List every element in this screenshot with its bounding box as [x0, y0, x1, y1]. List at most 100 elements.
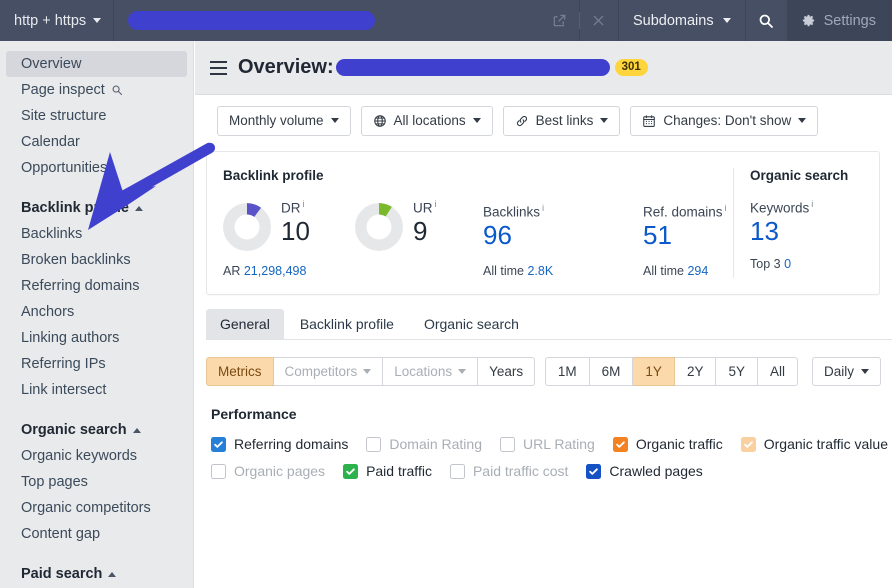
settings-button[interactable]: Settings: [786, 0, 892, 41]
sidebar-item-organic-keywords[interactable]: Organic keywords: [6, 443, 187, 469]
checkbox-box[interactable]: [343, 463, 359, 479]
checkbox-organic-pages[interactable]: Organic pages: [211, 463, 325, 479]
best-links-button[interactable]: Best links: [502, 105, 621, 136]
range-6m-button[interactable]: 6M: [589, 357, 634, 386]
caret-up-icon: [134, 205, 143, 211]
url-input[interactable]: [114, 0, 541, 41]
checkbox-url-rating[interactable]: URL Rating: [500, 436, 595, 452]
sidebar-group-organic-search[interactable]: Organic search: [6, 417, 187, 443]
sidebar-item-overview[interactable]: Overview: [6, 51, 187, 77]
sidebar-item-label: Site structure: [21, 108, 107, 124]
hamburger-icon[interactable]: [203, 60, 233, 75]
sidebar-item-link-intersect[interactable]: Link intersect: [6, 377, 187, 403]
range-1m-button[interactable]: 1M: [544, 357, 590, 386]
sidebar-item-label: Content gap: [21, 526, 101, 542]
info-icon[interactable]: i: [435, 199, 437, 210]
info-icon[interactable]: i: [303, 199, 305, 210]
granularity-button[interactable]: Daily: [811, 357, 881, 386]
range-all-button[interactable]: All: [757, 357, 798, 386]
checkbox-domain-rating[interactable]: Domain Rating: [366, 436, 482, 452]
checkbox-box[interactable]: [211, 436, 226, 452]
metric-ref-domains: Ref. domains i 51: [643, 199, 727, 250]
checkbox-organic-traffic[interactable]: Organic traffic: [612, 436, 723, 452]
keywords-value: 13: [750, 215, 779, 246]
sidebar-group-paid-search[interactable]: Paid search: [6, 561, 187, 587]
sidebar-item-broken-backlinks[interactable]: Broken backlinks: [6, 247, 187, 273]
range-5y-button[interactable]: 5Y: [716, 357, 758, 386]
top3-sub: Top 3 0: [750, 257, 792, 272]
sidebar-item-referring-ips[interactable]: Referring IPs: [6, 351, 187, 377]
tab-backlink-profile[interactable]: Backlink profile: [286, 309, 408, 339]
scope-selector[interactable]: Subdomains: [617, 0, 745, 41]
info-icon[interactable]: i: [811, 199, 813, 210]
info-icon[interactable]: i: [725, 203, 727, 214]
url-redaction-bar: [128, 11, 376, 30]
all-locations-button[interactable]: All locations: [360, 105, 493, 136]
metrics-button[interactable]: Metrics: [206, 357, 274, 386]
chevron-down-icon: [472, 118, 481, 123]
monthly-volume-button[interactable]: Monthly volume: [217, 105, 351, 136]
granularity-label: Daily: [823, 364, 854, 379]
info-icon[interactable]: i: [542, 203, 544, 214]
sidebar-item-organic-competitors[interactable]: Organic competitors: [6, 495, 187, 521]
competitors-button[interactable]: Competitors: [273, 357, 384, 386]
checkbox-organic-traffic-value[interactable]: Organic traffic value: [740, 436, 888, 452]
sidebar-item-label: Opportunities: [21, 160, 108, 176]
sidebar-item-content-gap[interactable]: Content gap: [6, 521, 187, 547]
clear-button[interactable]: [579, 0, 618, 41]
metric-label: DR i: [281, 199, 305, 216]
chevron-down-icon: [861, 369, 869, 374]
checkbox-label: URL Rating: [523, 436, 595, 452]
backlink-profile-section: Backlink profile DR i 10 UR i 9 Backlink…: [223, 168, 733, 278]
page-title-text: Overview:: [238, 56, 334, 78]
metric-label: Backlinks i: [483, 203, 545, 220]
sidebar-item-label: Referring IPs: [21, 356, 106, 372]
checkbox-box[interactable]: [740, 436, 756, 452]
sidebar-item-label: Anchors: [21, 304, 75, 320]
sidebar-item-page-inspect[interactable]: Page inspect: [6, 77, 187, 103]
performance-title: Performance: [211, 406, 297, 422]
checkbox-box[interactable]: [449, 463, 465, 479]
sidebar-item-top-pages[interactable]: Top pages: [6, 469, 187, 495]
years-button[interactable]: Years: [478, 357, 536, 386]
checkbox-referring-domains[interactable]: Referring domains: [211, 436, 348, 452]
range-1y-button[interactable]: 1Y: [633, 357, 675, 386]
link-icon: [516, 115, 527, 126]
checkbox-box[interactable]: [586, 463, 602, 479]
sidebar-group-backlink-profile[interactable]: Backlink profile: [6, 195, 187, 221]
sidebar-item-anchors[interactable]: Anchors: [6, 299, 187, 325]
protocol-label: http + https: [14, 12, 87, 29]
metric-value: 51: [643, 219, 672, 250]
tab-general[interactable]: General: [206, 309, 284, 339]
sidebar-item-linking-authors[interactable]: Linking authors: [6, 325, 187, 351]
sidebar-group-label: Organic search: [21, 422, 127, 438]
checkbox-box[interactable]: [366, 436, 382, 452]
gear-icon: [802, 14, 814, 27]
protocol-selector[interactable]: http + https: [0, 0, 115, 41]
open-external-button[interactable]: [540, 0, 579, 41]
checkbox-paid-traffic-cost[interactable]: Paid traffic cost: [449, 463, 568, 479]
checkbox-label: Crawled pages: [609, 463, 703, 479]
checkbox-label: Referring domains: [234, 436, 349, 452]
sidebar-item-calendar[interactable]: Calendar: [6, 129, 187, 155]
sidebar-item-backlinks[interactable]: Backlinks: [6, 221, 187, 247]
range-2y-button[interactable]: 2Y: [674, 357, 717, 386]
sidebar-item-referring-domains[interactable]: Referring domains: [6, 273, 187, 299]
tab-organic-search[interactable]: Organic search: [410, 309, 533, 339]
checkbox-box[interactable]: [211, 463, 226, 479]
checkbox-box[interactable]: [612, 436, 628, 452]
organic-search-section: Organic search Keywords i 13 Top 3 0: [733, 168, 861, 278]
sidebar-item-label: Broken backlinks: [21, 252, 131, 268]
checkbox-paid-traffic[interactable]: Paid traffic: [343, 463, 432, 479]
locations-button[interactable]: Locations: [383, 357, 479, 386]
sidebar-item-opportunities[interactable]: Opportunities: [6, 155, 187, 181]
metric-ur: UR i 9: [355, 199, 483, 251]
changes-button[interactable]: Changes: Don't show: [630, 105, 819, 136]
search-button[interactable]: [744, 0, 787, 41]
checkbox-box[interactable]: [500, 436, 515, 452]
changes-label: Changes: Don't show: [663, 113, 792, 128]
sidebar-item-site-structure[interactable]: Site structure: [6, 103, 187, 129]
metric-value: 10: [281, 215, 310, 246]
sidebar: Overview Page inspect Site structure Cal…: [0, 41, 194, 588]
checkbox-crawled-pages[interactable]: Crawled pages: [586, 463, 703, 479]
